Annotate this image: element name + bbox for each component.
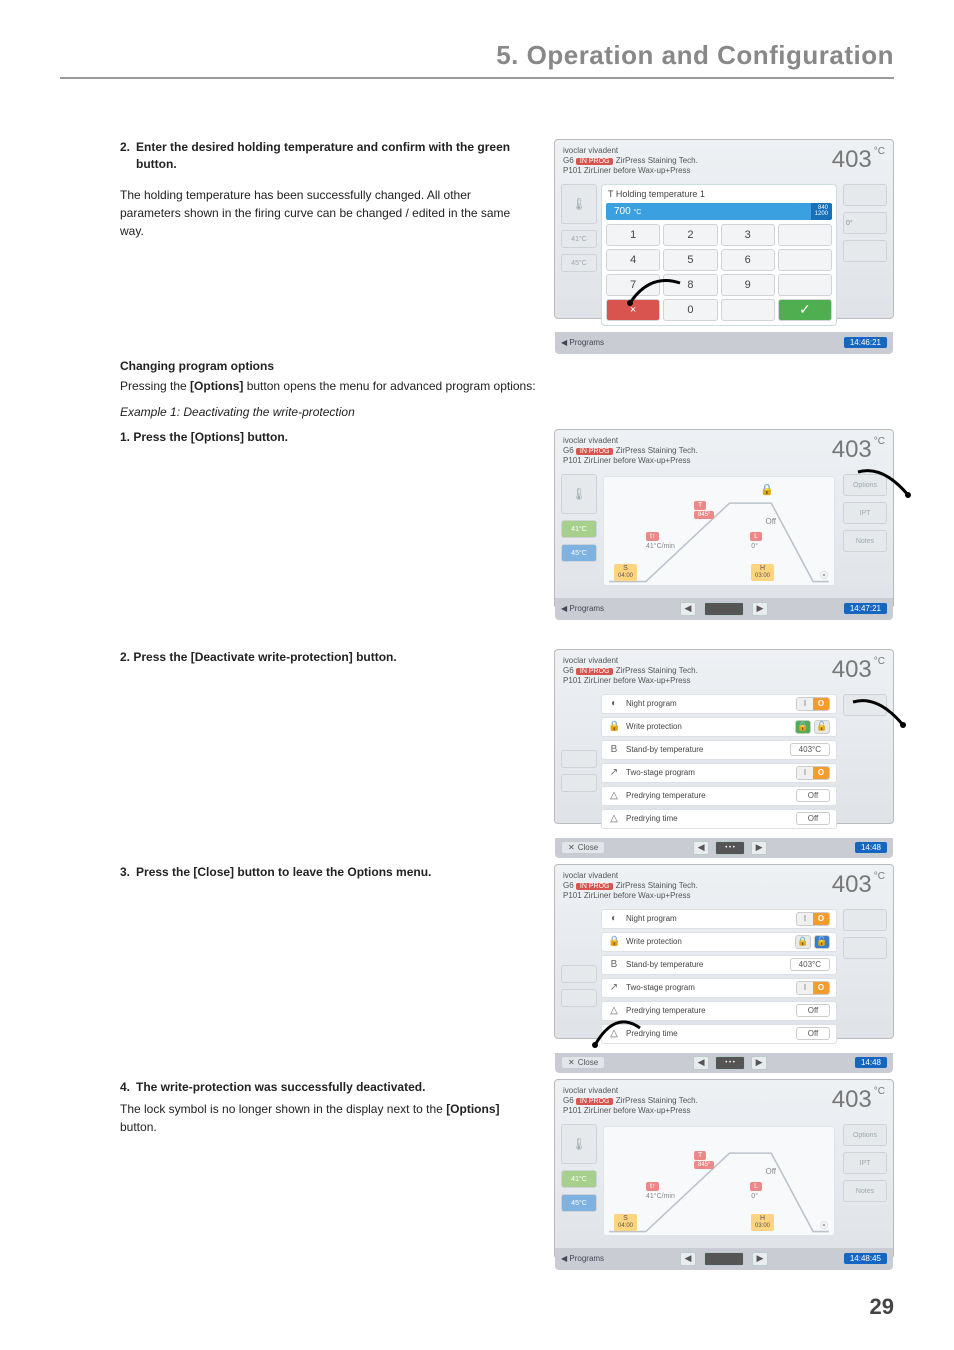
keypad-input-value[interactable]: 700 °C [606, 203, 811, 220]
programs-button[interactable]: ◀ Programs [561, 338, 604, 347]
programs-button[interactable]: ◀ Programs [561, 1254, 604, 1263]
opt-write-protection: 🔒Write protection 🔒🔓 [601, 717, 837, 737]
chapter-header: 5. Operation and Configuration [60, 40, 894, 79]
opt-step4-head: 4. The write-protection was successfully… [120, 1079, 534, 1096]
programs-button[interactable]: ◀ Programs [561, 604, 604, 613]
example1-label: Example 1: Deactivating the write-protec… [120, 405, 894, 419]
options-list: ◐Night program IO 🔒Write protection 🔒🔓 B… [601, 694, 837, 829]
night-toggle[interactable]: IO [796, 697, 830, 711]
opt-step3: 3. Press the [Close] button to leave the… [120, 864, 534, 881]
key-4[interactable]: 4 [606, 249, 660, 271]
opt-predry-time: △Predrying time Off [601, 809, 837, 829]
options-button[interactable]: Options [843, 474, 887, 496]
screenshot-curve-locked: ivoclar vivadent G6 IN PROG ZirPress Sta… [554, 429, 894, 609]
key-cancel[interactable]: × [606, 299, 660, 321]
night-icon: ◐ [608, 698, 620, 709]
key-8[interactable]: 8 [663, 274, 717, 296]
key-7[interactable]: 7 [606, 274, 660, 296]
opt-two-stage: ↗Two-stage program IO [601, 763, 837, 783]
screenshot-options-unlocked: ivoclar vivadent G6 IN PROG ZirPress Sta… [554, 864, 894, 1039]
step2-text-block: 2. Enter the desired holding temperature… [120, 139, 534, 240]
opt-predry-temp: △Predrying temperature Off [601, 786, 837, 806]
lock-icon: 🔒 [760, 483, 774, 496]
temp-readout: 403°C [832, 146, 885, 174]
close-button[interactable]: ✕ Close [561, 841, 605, 854]
thermometer-icon: 🌡 [561, 184, 597, 224]
nav-prev[interactable]: ◀ [680, 602, 696, 616]
step2-heading: 2. Enter the desired holding temperature… [120, 139, 534, 174]
opt-step4-body: The lock symbol is no longer shown in th… [120, 1100, 534, 1136]
key-blank[interactable] [778, 224, 832, 246]
key-blank3[interactable] [778, 274, 832, 296]
nav-next[interactable]: ▶ [752, 602, 768, 616]
screenshot-curve-unlocked: ivoclar vivadent G6 IN PROG ZirPress Sta… [554, 1079, 894, 1259]
changing-options-body: Pressing the [Options] button opens the … [120, 377, 894, 395]
step2-body: The holding temperature has been success… [120, 186, 534, 240]
screenshot-options-locked: ivoclar vivadent G6 IN PROG ZirPress Sta… [554, 649, 894, 824]
key-confirm[interactable]: ✓ [778, 299, 832, 321]
opt-standby-temp: BStand-by temperature 403°C [601, 740, 837, 760]
opt-step1: 1. Press the [Options] button. [120, 429, 534, 446]
write-protection-unlock-button[interactable]: 🔓 [814, 720, 830, 734]
key-3[interactable]: 3 [721, 224, 775, 246]
key-blank4[interactable] [721, 299, 775, 321]
opt-night-program: ◐Night program IO [601, 694, 837, 714]
key-6[interactable]: 6 [721, 249, 775, 271]
keypad-title: T Holding temperature 1 [606, 189, 832, 199]
opt-step2: 2. Press the [Deactivate write-protectio… [120, 649, 534, 666]
close-button[interactable]: ✕ Close [561, 1056, 605, 1069]
numeric-keypad: 1 2 3 4 5 6 7 8 9 [606, 224, 832, 321]
clock: 14:46:21 [844, 337, 887, 348]
key-1[interactable]: 1 [606, 224, 660, 246]
chapter-title: 5. Operation and Configuration [496, 40, 894, 70]
lock-icon: 🔒 [608, 721, 620, 732]
changing-options-heading: Changing program options [120, 359, 894, 373]
thermometer-icon: 🌡 [561, 474, 597, 514]
key-blank2[interactable] [778, 249, 832, 271]
write-protection-lock-button[interactable]: 🔒 [795, 720, 811, 734]
page-number: 29 [870, 1294, 894, 1320]
key-9[interactable]: 9 [721, 274, 775, 296]
options-button[interactable]: Options [843, 1124, 887, 1146]
screenshot-keypad: ivoclar vivadent G6 IN PROG ZirPress Sta… [554, 139, 894, 319]
key-2[interactable]: 2 [663, 224, 717, 246]
key-5[interactable]: 5 [663, 249, 717, 271]
key-0[interactable]: 0 [663, 299, 717, 321]
